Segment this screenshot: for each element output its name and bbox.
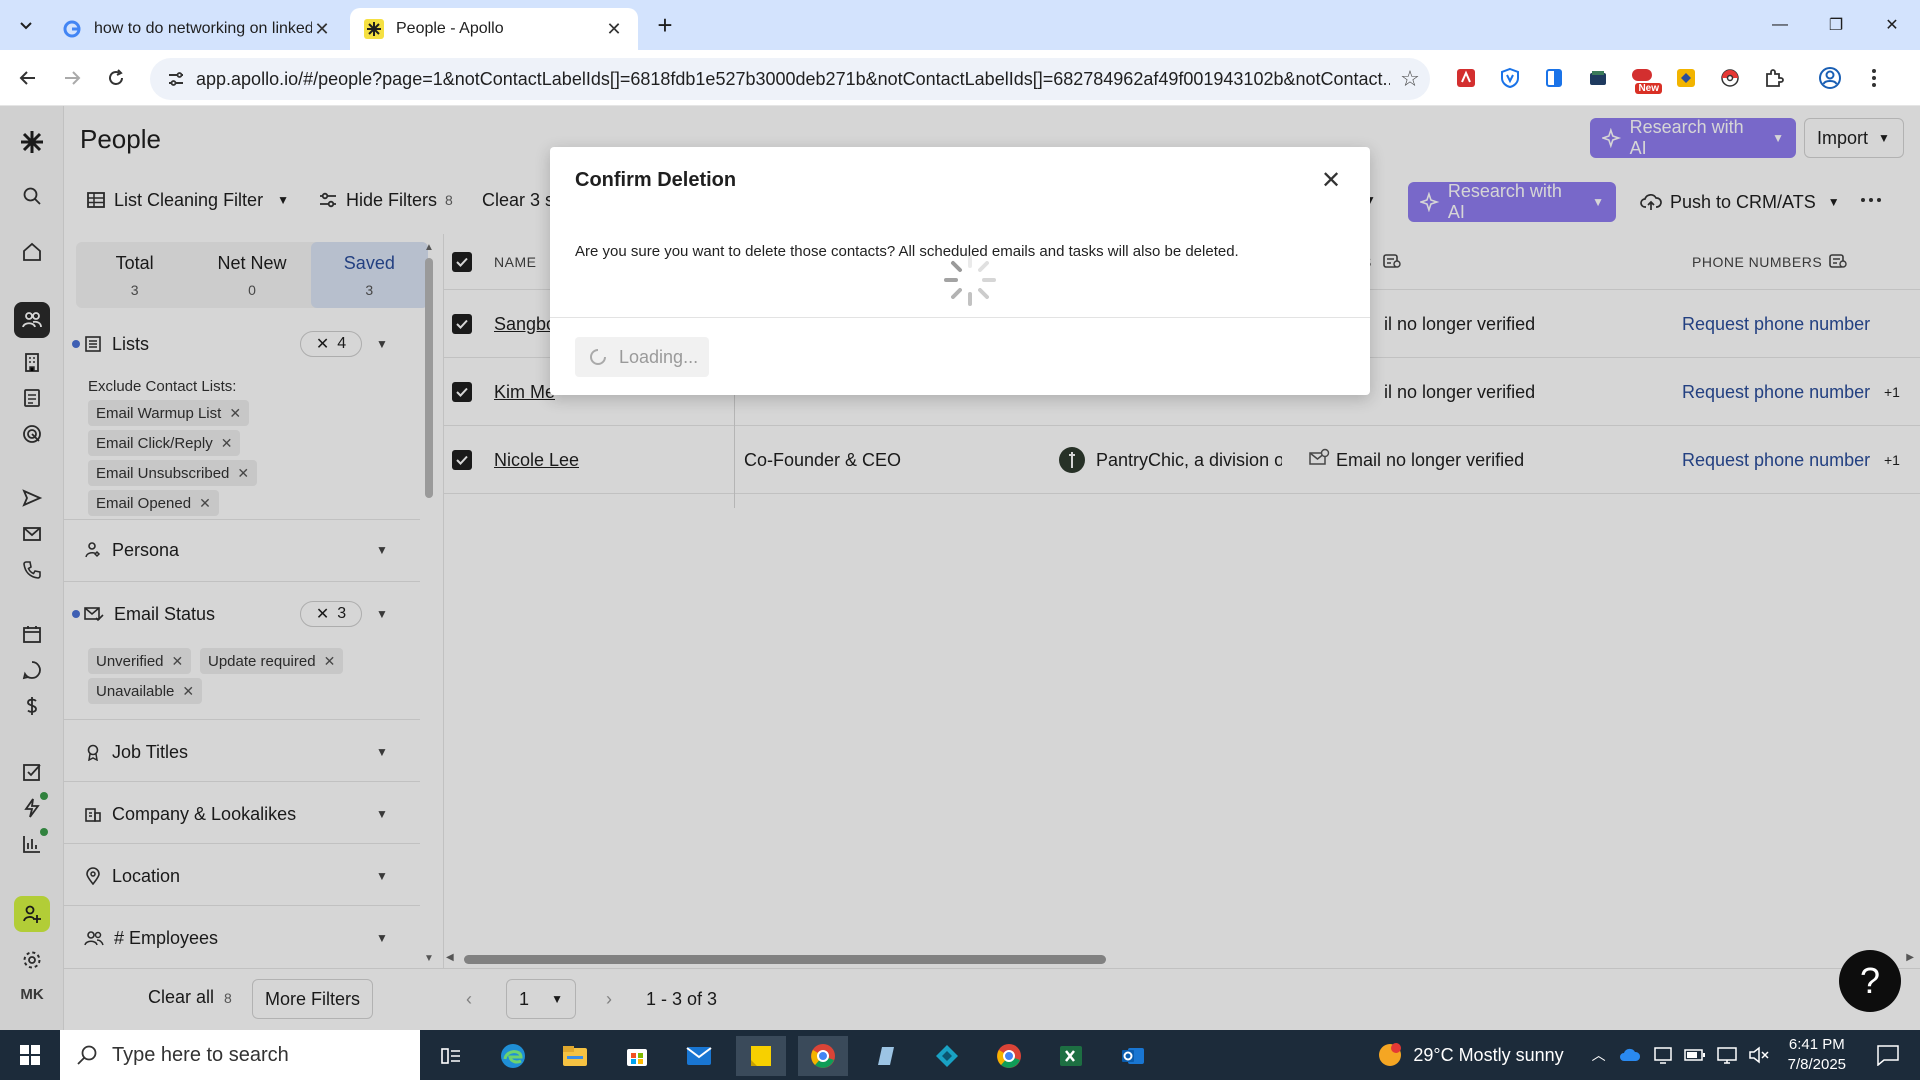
task-view-icon[interactable]: [426, 1036, 476, 1076]
new-tab-button[interactable]: +: [650, 10, 680, 40]
browser-toolbar: app.apollo.io/#/people?page=1&notContact…: [0, 50, 1920, 106]
bookmark-star-icon[interactable]: ☆: [1390, 66, 1430, 92]
browser-tab-bar: how to do networking on linkedin ✕ Peopl…: [0, 0, 1920, 50]
browser-tab-google[interactable]: how to do networking on linkedin ✕: [48, 8, 346, 50]
loading-spinner-icon: [944, 254, 996, 306]
weather-icon: [1379, 1043, 1402, 1066]
clock[interactable]: 6:41 PM 7/8/2025: [1788, 1035, 1846, 1075]
address-bar[interactable]: app.apollo.io/#/people?page=1&notContact…: [150, 58, 1430, 100]
arrow-right-icon: [65, 71, 81, 85]
arrow-left-icon: [19, 71, 35, 85]
modal-message: Are you sure you want to delete those co…: [575, 243, 1239, 260]
tab-search-menu-button[interactable]: [10, 9, 42, 41]
close-tab-icon[interactable]: ✕: [312, 19, 332, 39]
battery-icon[interactable]: [1683, 1048, 1706, 1062]
loading-spinner-icon: [590, 349, 606, 365]
notifications-icon[interactable]: [1876, 1044, 1900, 1066]
restore-button[interactable]: ❐: [1808, 0, 1864, 50]
time-text: 6:41 PM: [1788, 1036, 1845, 1053]
tab-title: People - Apollo: [396, 20, 504, 37]
pokeball-extension-icon[interactable]: [1714, 62, 1746, 94]
chrome-icon[interactable]: [984, 1036, 1034, 1076]
back-button[interactable]: [12, 62, 44, 94]
sticky-notes-icon[interactable]: [736, 1036, 786, 1076]
browser-menu-icon[interactable]: [1858, 62, 1890, 94]
onedrive-cloud-icon[interactable]: [1618, 1047, 1642, 1063]
close-window-button[interactable]: ✕: [1864, 0, 1920, 50]
pdf-extension-icon[interactable]: [1450, 62, 1482, 94]
search-icon: [77, 1045, 97, 1065]
excel-icon[interactable]: [1046, 1036, 1096, 1076]
help-button[interactable]: ?: [1839, 950, 1901, 1012]
new-extension-icon[interactable]: New: [1626, 62, 1662, 94]
window-controls: — ❐ ✕: [1752, 0, 1920, 50]
profile-icon[interactable]: [1814, 62, 1846, 94]
modal-title: Confirm Deletion: [575, 169, 737, 191]
app-diamond-icon[interactable]: [922, 1036, 972, 1076]
start-button[interactable]: [0, 1030, 60, 1080]
url-text: app.apollo.io/#/people?page=1&notContact…: [196, 68, 1390, 89]
apollo-logo-icon: [364, 19, 384, 39]
new-badge: New: [1635, 83, 1662, 94]
notes-app-icon[interactable]: [860, 1036, 910, 1076]
windows-logo-icon: [20, 1045, 40, 1065]
puzzle-extensions-icon[interactable]: [1758, 62, 1790, 94]
file-explorer-icon[interactable]: [550, 1036, 600, 1076]
forward-button[interactable]: [56, 62, 88, 94]
minimize-button[interactable]: —: [1752, 0, 1808, 50]
chevron-up-icon[interactable]: ︿: [1592, 1045, 1606, 1065]
weather-text[interactable]: 29°C Mostly sunny: [1413, 1045, 1563, 1066]
windows-taskbar: Type here to search 29°C Mostly sunny ︿ …: [0, 1030, 1920, 1080]
system-tray: 29°C Mostly sunny ︿ 6:41 PM 7/8/2025: [1375, 1030, 1920, 1080]
chevron-down-icon: [20, 22, 32, 30]
shield-extension-icon[interactable]: [1494, 62, 1526, 94]
confirm-delete-button[interactable]: Loading...: [575, 337, 709, 377]
document-extension-icon[interactable]: [1538, 62, 1570, 94]
date-text: 7/8/2025: [1787, 1056, 1846, 1073]
edge-browser-icon[interactable]: [488, 1036, 538, 1076]
yellow-extension-icon[interactable]: [1670, 62, 1702, 94]
extensions-area: New: [1450, 62, 1890, 94]
close-icon[interactable]: ✕: [1318, 167, 1344, 194]
search-placeholder: Type here to search: [112, 1043, 289, 1066]
folder-extension-icon[interactable]: [1582, 62, 1614, 94]
close-tab-icon[interactable]: ✕: [604, 19, 624, 39]
divider: [550, 317, 1370, 318]
network-icon[interactable]: [1652, 1045, 1674, 1065]
display-icon[interactable]: [1716, 1045, 1738, 1065]
chrome-profile-icon[interactable]: [798, 1036, 848, 1076]
taskbar-search-input[interactable]: Type here to search: [60, 1030, 420, 1080]
browser-tab-apollo[interactable]: People - Apollo ✕: [350, 8, 638, 50]
reload-button[interactable]: [100, 62, 132, 94]
reload-icon: [109, 69, 123, 85]
button-label: Loading...: [619, 346, 699, 367]
google-icon: [62, 19, 82, 39]
microsoft-store-icon[interactable]: [612, 1036, 662, 1076]
tab-title: how to do networking on linkedin: [94, 20, 312, 37]
outlook-icon[interactable]: [1108, 1036, 1158, 1076]
site-info-icon[interactable]: [156, 70, 196, 88]
volume-muted-icon[interactable]: [1748, 1045, 1770, 1065]
mail-app-icon[interactable]: [674, 1036, 724, 1076]
